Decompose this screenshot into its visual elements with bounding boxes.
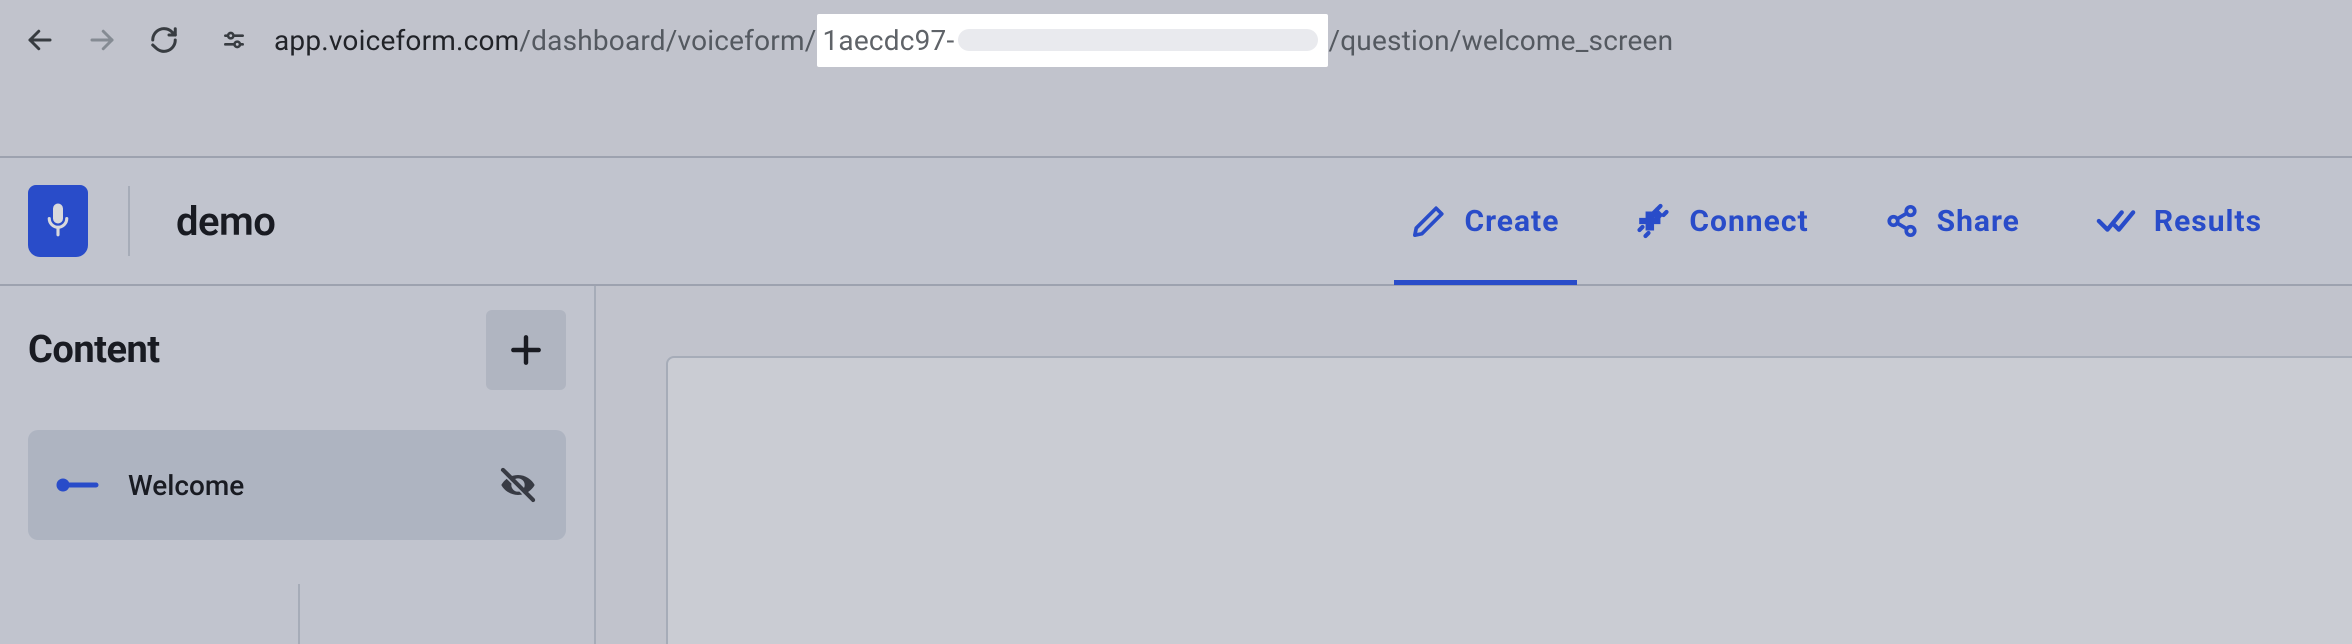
tune-icon: [221, 27, 247, 53]
form-title[interactable]: demo: [176, 198, 275, 245]
plus-icon: [507, 331, 545, 369]
tab-results[interactable]: Results: [2086, 158, 2272, 284]
share-icon: [1885, 204, 1919, 238]
content-item-label: Welcome: [128, 469, 244, 502]
add-content-button[interactable]: [486, 310, 566, 390]
url-host: app.voiceform.com: [274, 24, 519, 57]
app-header: demo Create Connect Share Results: [0, 156, 2352, 286]
plug-icon: [1635, 203, 1671, 239]
start-line-icon: [56, 475, 100, 495]
reload-button[interactable]: [144, 20, 184, 60]
content-item-welcome[interactable]: Welcome: [28, 430, 566, 540]
arrow-right-icon: [87, 25, 117, 55]
canvas-area: [596, 286, 2352, 644]
reload-icon: [149, 25, 179, 55]
tab-label: Share: [1937, 204, 2020, 239]
header-tabs: Create Connect Share Results: [1402, 158, 2352, 284]
brand-divider: [128, 186, 130, 256]
sidebar-subdivider: [298, 584, 300, 644]
arrow-left-icon: [25, 25, 55, 55]
app-logo[interactable]: [28, 185, 88, 257]
url-redacted-segment: [958, 29, 1318, 51]
site-settings-button[interactable]: [216, 22, 252, 58]
address-bar[interactable]: app.voiceform.com /dashboard/voiceform/ …: [274, 14, 1673, 67]
tab-label: Connect: [1689, 204, 1808, 239]
app-body: Content Welcome: [0, 286, 2352, 644]
tab-create[interactable]: Create: [1402, 158, 1569, 284]
form-canvas[interactable]: [666, 356, 2352, 644]
tab-label: Results: [2154, 204, 2262, 239]
visibility-off-icon[interactable]: [498, 465, 538, 505]
viewport-gap: [0, 80, 2352, 156]
tab-label: Create: [1464, 204, 1559, 239]
sidebar: Content Welcome: [0, 286, 596, 644]
url-highlight: 1aecdc97-: [817, 14, 1329, 67]
pencil-icon: [1412, 204, 1446, 238]
sidebar-header: Content: [28, 310, 566, 390]
microphone-icon: [43, 201, 73, 241]
check-icon: [2096, 204, 2136, 238]
forward-button[interactable]: [82, 20, 122, 60]
brand-area: demo: [0, 158, 275, 284]
sidebar-title: Content: [28, 328, 160, 372]
tab-connect[interactable]: Connect: [1625, 158, 1818, 284]
url-path-suffix: /question/welcome_screen: [1328, 24, 1673, 57]
browser-toolbar: app.voiceform.com /dashboard/voiceform/ …: [0, 0, 2352, 80]
url-id-prefix: 1aecdc97-: [823, 24, 955, 57]
tab-share[interactable]: Share: [1875, 158, 2030, 284]
url-path-segment: /dashboard/voiceform/: [519, 24, 816, 57]
back-button[interactable]: [20, 20, 60, 60]
